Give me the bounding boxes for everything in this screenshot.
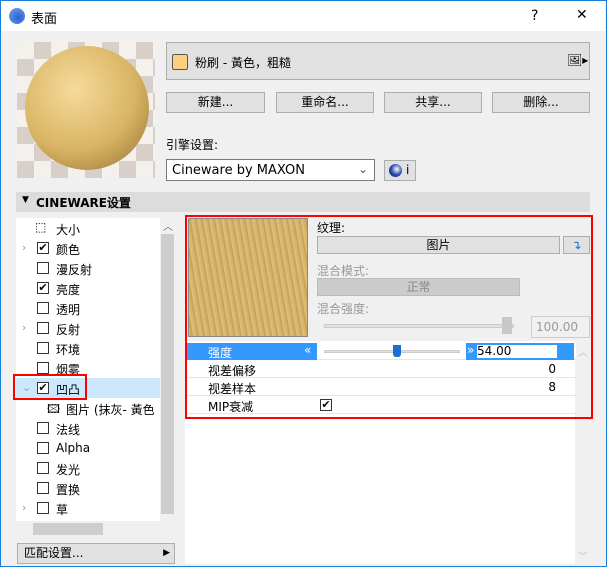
- tree-checkbox[interactable]: [37, 342, 49, 354]
- new-button[interactable]: 新建...: [166, 92, 265, 113]
- tree-checkbox[interactable]: [37, 362, 49, 374]
- chevron-down-icon: ⌄: [357, 162, 368, 176]
- chevron-right-icon[interactable]: ›: [22, 501, 26, 514]
- tree-item-label: 草: [56, 503, 69, 517]
- annotation-box-panel: [185, 215, 593, 419]
- help-button[interactable]: ?: [531, 8, 538, 24]
- tree-item[interactable]: 🖾 图片 (抹灰- 黃色: [16, 398, 160, 418]
- section-header[interactable]: ▼ CINEWARE设置: [16, 192, 590, 212]
- tree-item[interactable]: › 反射: [16, 318, 160, 338]
- channel-tree: ⬚ 大小 › ✔ 颜色 漫反射 ✔ 亮度 透明 › 反射 环境 烟雾 ⌄ ✔ 凹凸 🖾 图片 (抹灰- 黃色 法线 A…: [16, 218, 160, 521]
- material-preview: [17, 42, 155, 178]
- tree-item-label: 发光: [56, 463, 81, 477]
- tree-item-label: 颜色: [56, 243, 81, 257]
- tree-checkbox[interactable]: [37, 422, 49, 434]
- tree-item-label: 漫反射: [56, 263, 93, 277]
- triangle-right-icon: ▶: [163, 548, 170, 558]
- tree-item[interactable]: ⬚ 大小: [16, 218, 160, 238]
- material-name-field[interactable]: 粉刷 - 黃色，粗糙 🖼▸: [166, 42, 590, 80]
- collapse-triangle-icon: ▼: [22, 195, 29, 205]
- tree-item-label: 环境: [56, 343, 81, 357]
- image-menu-icon[interactable]: 🖼▸: [567, 53, 588, 67]
- tree-checkbox[interactable]: [37, 442, 49, 454]
- tree-checkbox[interactable]: [37, 462, 49, 474]
- tree-checkbox[interactable]: [37, 482, 49, 494]
- material-name: 粉刷 - 黃色，粗糙: [195, 56, 291, 70]
- title-bar: 表面 ? ✕: [1, 1, 605, 31]
- match-settings-label: 匹配设置...: [24, 546, 84, 560]
- tree-checkbox[interactable]: ✔: [37, 242, 49, 254]
- tree-item-label: 反射: [56, 323, 81, 337]
- window-title: 表面: [31, 12, 58, 27]
- tree-checkbox[interactable]: [37, 262, 49, 274]
- tree-item[interactable]: › 草: [16, 498, 160, 518]
- tree-checkbox[interactable]: ✔: [37, 282, 49, 294]
- panel-scroll-down-icon[interactable]: ﹀: [578, 548, 588, 563]
- app-logo-icon: [9, 8, 25, 24]
- tree-item[interactable]: Alpha: [16, 438, 160, 458]
- hscroll-thumb[interactable]: [33, 523, 103, 535]
- tree-vscrollbar[interactable]: ︿: [160, 218, 175, 521]
- chevron-right-icon[interactable]: ›: [22, 241, 26, 254]
- tree-item[interactable]: 环境: [16, 338, 160, 358]
- size-icon: ⬚: [35, 220, 47, 234]
- tree-item[interactable]: 发光: [16, 458, 160, 478]
- rename-button[interactable]: 重命名...: [276, 92, 374, 113]
- section-title: CINEWARE设置: [36, 196, 131, 210]
- tree-item-label: 法线: [56, 423, 81, 437]
- tree-item[interactable]: › ✔ 颜色: [16, 238, 160, 258]
- tree-checkbox[interactable]: [37, 502, 49, 514]
- tree-checkbox[interactable]: [37, 302, 49, 314]
- tree-item[interactable]: 透明: [16, 298, 160, 318]
- match-settings-button[interactable]: 匹配设置... ▶: [17, 543, 175, 564]
- tree-hscrollbar[interactable]: [16, 521, 160, 537]
- info-icon: i: [406, 163, 410, 177]
- chevron-right-icon[interactable]: ›: [22, 321, 26, 334]
- engine-label: 引擎设置:: [166, 138, 219, 152]
- tree-item[interactable]: 漫反射: [16, 258, 160, 278]
- annotation-box-bump: [13, 374, 87, 400]
- close-button[interactable]: ✕: [576, 7, 588, 23]
- engine-value: Cineware by MAXON: [172, 163, 305, 178]
- tree-item[interactable]: 法线: [16, 418, 160, 438]
- material-swatch: [172, 54, 188, 70]
- scroll-thumb[interactable]: [161, 234, 174, 514]
- tree-item-label: 置换: [56, 483, 81, 497]
- engine-dropdown[interactable]: Cineware by MAXON ⌄: [166, 159, 375, 181]
- tree-item-label: Alpha: [56, 441, 91, 455]
- tree-item-label: 图片 (抹灰- 黃色: [66, 403, 155, 417]
- tree-item-label: 亮度: [56, 283, 81, 297]
- cineware-icon: [389, 164, 402, 177]
- tree-item-label: 透明: [56, 303, 81, 317]
- tree-item[interactable]: ✔ 亮度: [16, 278, 160, 298]
- tree-item-label: 大小: [56, 223, 81, 237]
- delete-button[interactable]: 删除...: [492, 92, 590, 113]
- tree-item[interactable]: 置换: [16, 478, 160, 498]
- engine-info-button[interactable]: i: [384, 160, 416, 181]
- preview-sphere: [25, 46, 149, 170]
- scroll-up-icon[interactable]: ︿: [163, 218, 173, 233]
- share-button[interactable]: 共享...: [384, 92, 482, 113]
- tree-checkbox[interactable]: [37, 322, 49, 334]
